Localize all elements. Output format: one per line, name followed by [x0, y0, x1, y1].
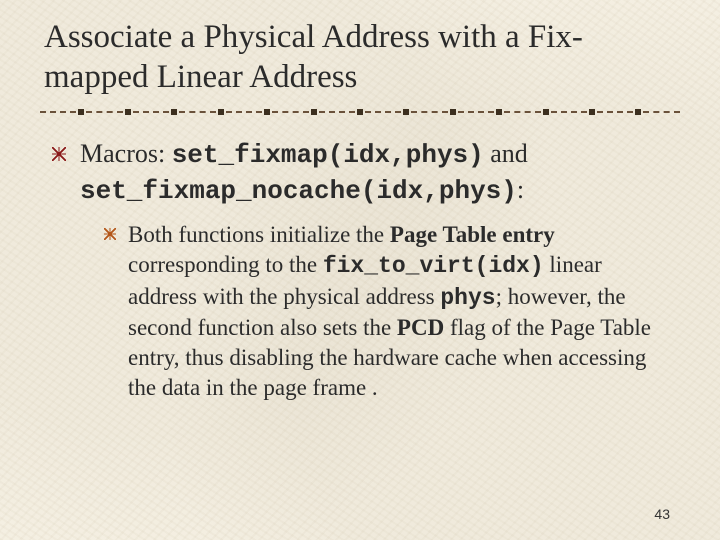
page-number: 43 [654, 506, 670, 522]
bullet-list-level2: Both functions initialize the Page Table… [80, 220, 676, 403]
bullet-list-level1: Macros: set_fixmap(idx,phys) and set_fix… [44, 137, 676, 403]
code-set-fixmap: set_fixmap(idx,phys) [172, 140, 484, 170]
bullet-macros: Macros: set_fixmap(idx,phys) and set_fix… [52, 137, 676, 403]
code-set-fixmap-nocache: set_fixmap_nocache(idx,phys) [80, 176, 517, 206]
code-fix-to-virt: fix_to_virt(idx) [323, 253, 544, 279]
text-macros-mid: and [484, 139, 528, 168]
text-d2: corresponding to the [128, 252, 323, 277]
slide: Associate a Physical Address with a Fix-… [0, 0, 720, 540]
text-d1: Both functions initialize the [128, 222, 390, 247]
title-divider [38, 105, 682, 119]
code-phys: phys [440, 285, 495, 311]
bold-page-table-entry: Page Table entry [390, 222, 555, 247]
bold-pcd: PCD [397, 315, 444, 340]
text-macros-post: : [517, 175, 524, 204]
slide-title: Associate a Physical Address with a Fix-… [44, 18, 676, 97]
text-macros-pre: Macros: [80, 139, 172, 168]
bullet-description: Both functions initialize the Page Table… [104, 220, 676, 403]
